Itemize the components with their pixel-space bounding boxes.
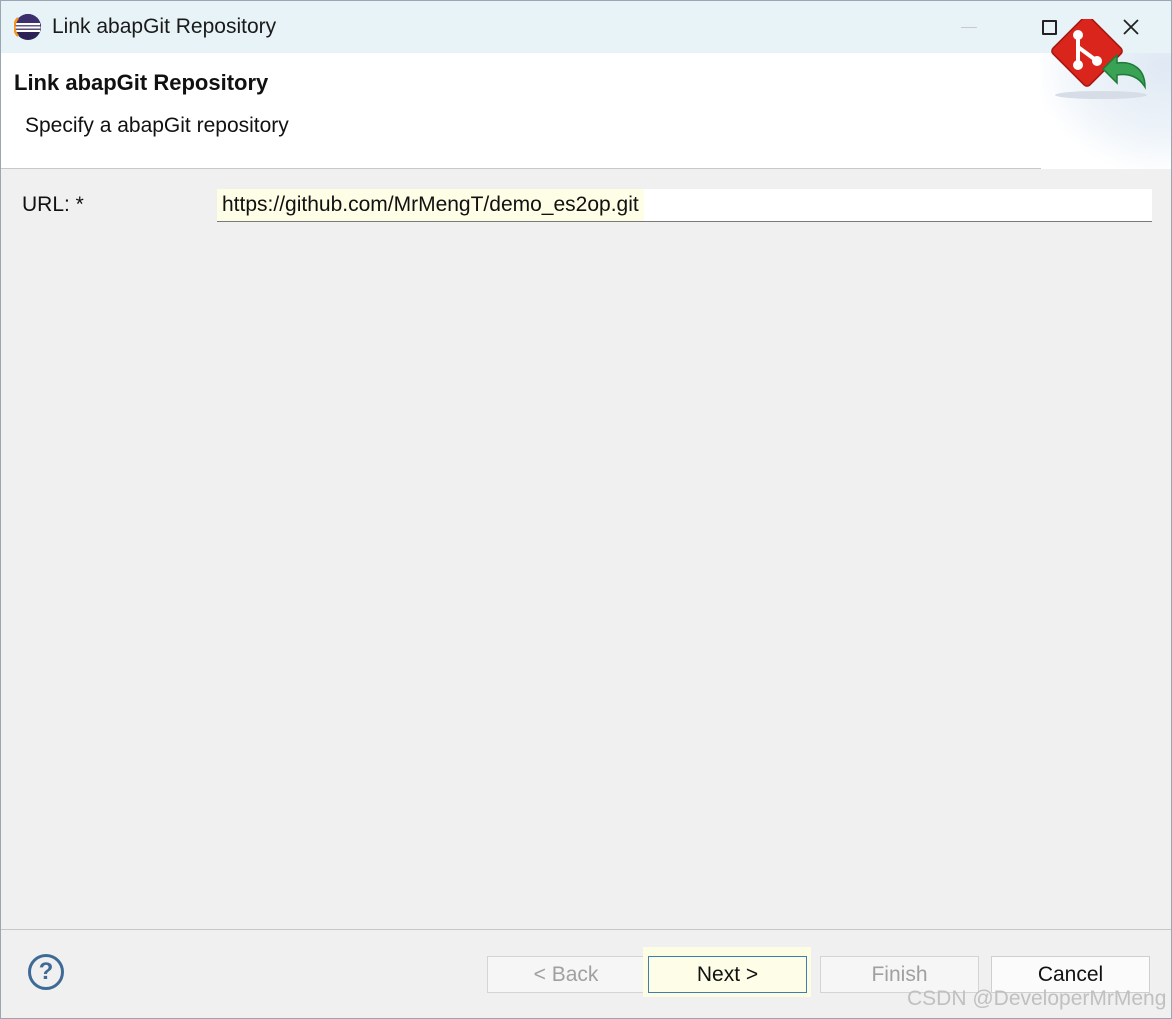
next-button[interactable]: Next > (648, 956, 807, 993)
dialog-window: Link abapGit Repository Link abapGit Rep… (0, 0, 1172, 1019)
wizard-banner: Link abapGit Repository Specify a abapGi… (1, 53, 1171, 169)
footer-separator (1, 929, 1171, 930)
back-button[interactable]: < Back (487, 956, 645, 993)
url-label: URL: * (22, 193, 84, 216)
url-input-value: https://github.com/MrMengT/demo_es2op.gi… (217, 189, 644, 221)
help-icon[interactable]: ? (28, 954, 64, 990)
title-bar: Link abapGit Repository (1, 1, 1171, 53)
git-link-icon (1051, 19, 1147, 99)
minimize-icon (961, 26, 977, 28)
banner-title: Link abapGit Repository (14, 70, 269, 95)
eclipse-icon (14, 14, 41, 40)
banner-description: Specify a abapGit repository (25, 114, 289, 137)
window-title: Link abapGit Repository (52, 15, 277, 38)
watermark: CSDN @DeveloperMrMeng (907, 987, 1167, 1010)
minimize-button[interactable] (929, 1, 1009, 53)
url-input[interactable]: https://github.com/MrMengT/demo_es2op.gi… (217, 189, 1152, 222)
